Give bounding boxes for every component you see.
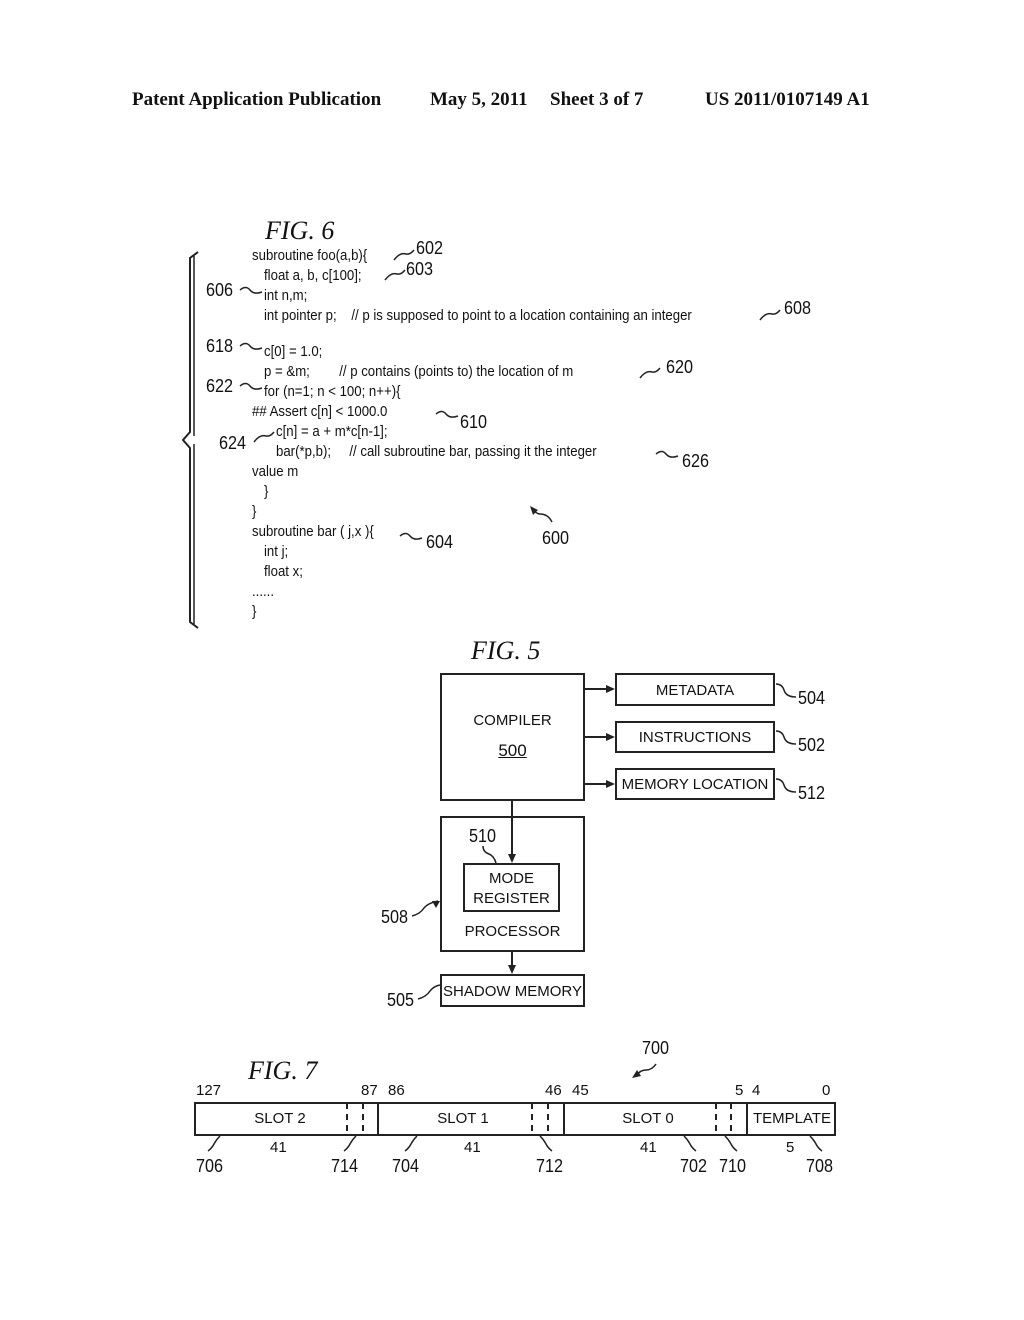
ref-714: 714 <box>331 1156 359 1176</box>
slot-2-label: SLOT 2 <box>254 1110 306 1127</box>
header-date: May 5, 2011 <box>430 89 528 110</box>
instructions-label: INSTRUCTIONS <box>638 729 752 746</box>
ref-706: 706 <box>196 1156 224 1176</box>
code-line: } <box>252 603 257 620</box>
mode-register-label-line2: REGISTER <box>473 890 550 907</box>
code-line: float x; <box>264 563 303 580</box>
bit-label-46: 46 <box>545 1082 562 1099</box>
ref-510: 510 <box>469 826 497 846</box>
code-line: int n,m; <box>264 287 308 304</box>
ref-624: 624 <box>219 433 247 453</box>
code-line: value m <box>252 463 299 480</box>
ref-620: 620 <box>666 357 694 377</box>
ref-708: 708 <box>806 1156 834 1176</box>
ref-702: 702 <box>680 1156 708 1176</box>
metadata-label: METADATA <box>655 682 735 699</box>
bit-label-4: 4 <box>752 1082 761 1099</box>
ref-712: 712 <box>536 1156 564 1176</box>
slot-2-width: 41 <box>270 1139 287 1156</box>
bit-label-127: 127 <box>196 1082 222 1099</box>
bit-label-5: 5 <box>735 1082 744 1099</box>
ref-608: 608 <box>784 298 812 318</box>
code-line: ## Assert c[n] < 1000.0 <box>252 403 388 420</box>
ref-700: 700 <box>642 1038 670 1058</box>
slot-1-label: SLOT 1 <box>437 1110 489 1127</box>
ref-602: 602 <box>416 238 444 258</box>
bit-label-0: 0 <box>822 1082 831 1099</box>
ref-502: 502 <box>798 735 826 755</box>
code-line: int pointer p; // p is supposed to point… <box>264 307 692 324</box>
slot-0-label: SLOT 0 <box>622 1110 674 1127</box>
ref-604: 604 <box>426 532 454 552</box>
fig6-title: FIG. 6 <box>265 216 335 245</box>
ref-603: 603 <box>406 259 434 279</box>
template-width: 5 <box>786 1139 795 1156</box>
compiler-box: COMPILER 500 <box>440 673 585 801</box>
ref-710: 710 <box>719 1156 747 1176</box>
slot-1-width: 41 <box>464 1139 481 1156</box>
ref-704: 704 <box>392 1156 420 1176</box>
ref-606: 606 <box>206 280 234 300</box>
ref-610: 610 <box>460 412 488 432</box>
code-line: c[n] = a + m*c[n-1]; <box>276 423 388 440</box>
mode-register-label-line1: MODE <box>489 870 534 887</box>
code-line: for (n=1; n < 100; n++){ <box>264 383 401 400</box>
ref-505: 505 <box>387 990 415 1010</box>
code-line: float a, b, c[100]; <box>264 267 362 284</box>
code-line: bar(*p,b); // call subroutine bar, passi… <box>276 443 597 460</box>
bit-label-45: 45 <box>572 1082 589 1099</box>
template-label: TEMPLATE <box>752 1110 832 1127</box>
code-line: } <box>264 483 269 500</box>
code-line: c[0] = 1.0; <box>264 343 323 360</box>
metadata-box: METADATA <box>615 673 775 706</box>
mode-register-box: MODE REGISTER <box>463 863 560 912</box>
ref-504: 504 <box>798 688 826 708</box>
ref-508: 508 <box>381 907 409 927</box>
ref-626: 626 <box>682 451 710 471</box>
header-publication-type: Patent Application Publication <box>132 89 382 110</box>
memory-location-label: MEMORY LOCATION <box>621 776 769 793</box>
bit-label-86: 86 <box>388 1082 405 1099</box>
ref-618: 618 <box>206 336 234 356</box>
header-patent-number: US 2011/0107149 A1 <box>705 89 870 110</box>
header-sheet: Sheet 3 of 7 <box>550 89 644 110</box>
memory-location-box: MEMORY LOCATION <box>615 768 775 800</box>
code-line: subroutine foo(a,b){ <box>252 247 368 264</box>
fig7-title: FIG. 7 <box>248 1056 318 1085</box>
code-line: } <box>252 503 257 520</box>
compiler-label: COMPILER <box>473 712 552 729</box>
ref-622: 622 <box>206 376 234 396</box>
code-line: ...... <box>252 583 275 600</box>
ref-600: 600 <box>542 528 570 548</box>
bit-label-87: 87 <box>361 1082 378 1099</box>
shadow-memory-box: SHADOW MEMORY <box>440 974 585 1007</box>
processor-label: PROCESSOR <box>464 923 561 940</box>
code-line: int j; <box>264 543 289 560</box>
code-line: p = &m; // p contains (points to) the lo… <box>264 363 574 380</box>
ref-512: 512 <box>798 783 826 803</box>
code-line: subroutine bar ( j,x ){ <box>252 523 374 540</box>
instructions-box: INSTRUCTIONS <box>615 721 775 753</box>
fig5-title: FIG. 5 <box>471 636 541 665</box>
compiler-number: 500 <box>498 741 527 760</box>
shadow-memory-label: SHADOW MEMORY <box>443 983 582 1000</box>
slot-0-width: 41 <box>640 1139 657 1156</box>
